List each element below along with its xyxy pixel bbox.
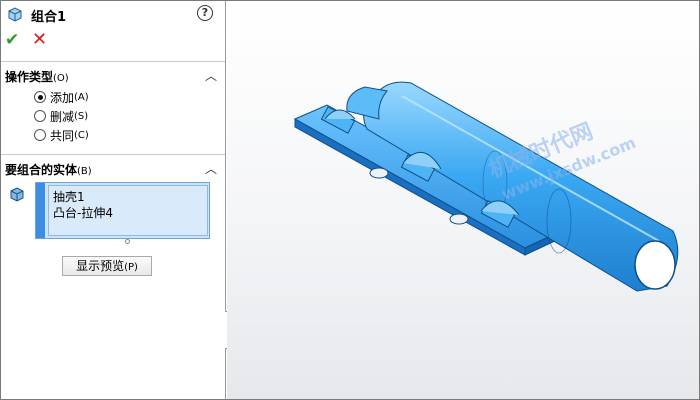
radio-add-hotkey: (A) [74,91,89,103]
bodies-listbox[interactable]: 抽壳1 凸台-拉伸4 [35,182,210,239]
radio-add[interactable]: 添加 (A) [34,89,89,105]
app-window: 组合1 ? ✔ ✕ 操作类型(O) ︿ 添加 (A) 删减 (S) 共同 (C) 要组… [0,0,700,400]
bodies-to-combine-hotkey: (B) [77,166,92,177]
list-item[interactable]: 抽壳1 [53,188,85,205]
panel-title: 组合1 [31,10,67,25]
radio-subtract-label: 删减 [50,109,75,124]
radio-subtract[interactable]: 删减 (S) [34,108,88,124]
show-preview-hotkey: (P) [124,262,138,273]
operation-type-hotkey: (O) [53,73,69,84]
list-item[interactable]: 凸台-拉伸4 [53,204,113,221]
panel-header: 组合1 ? [1,1,225,27]
operation-type-header[interactable]: 操作类型(O) [5,68,69,85]
radio-subtract-button[interactable] [34,110,46,122]
chevron-up-icon[interactable]: ︿ [205,67,217,84]
operation-type-title: 操作类型 [5,70,54,84]
listbox-selection-bar [36,183,45,238]
help-icon[interactable]: ? [197,5,213,21]
radio-common-label: 共同 [50,128,75,143]
radio-subtract-hotkey: (S) [74,110,89,122]
radio-add-button[interactable] [34,91,46,103]
radio-common-button[interactable] [34,129,46,141]
radio-common[interactable]: 共同 (C) [34,127,89,143]
combine-feature-icon [8,7,22,22]
chevron-up-icon[interactable]: ︿ [205,160,217,177]
solid-body-icon [10,187,24,202]
bodies-to-combine-title: 要组合的实体 [5,163,78,177]
show-preview-button[interactable]: 显示预览(P) [62,256,152,276]
property-manager-panel: 组合1 ? ✔ ✕ 操作类型(O) ︿ 添加 (A) 删减 (S) 共同 (C) 要组… [1,1,226,399]
radio-common-hotkey: (C) [74,129,89,141]
radio-add-label: 添加 [50,90,75,105]
ok-cancel-bar: ✔ ✕ [1,29,225,51]
divider [1,61,225,62]
ok-button[interactable]: ✔ [5,30,19,50]
listbox-content[interactable]: 抽壳1 凸台-拉伸4 [48,185,208,236]
listbox-resize-grip[interactable] [125,239,130,244]
divider [1,154,225,155]
cancel-button[interactable]: ✕ [32,29,47,50]
show-preview-label: 显示预览 [76,259,125,273]
bodies-to-combine-header[interactable]: 要组合的实体(B) [5,161,92,178]
graphics-viewport[interactable]: 机械时代网 www.jxsdw.com [227,1,699,399]
model-3d-view[interactable] [227,1,699,399]
